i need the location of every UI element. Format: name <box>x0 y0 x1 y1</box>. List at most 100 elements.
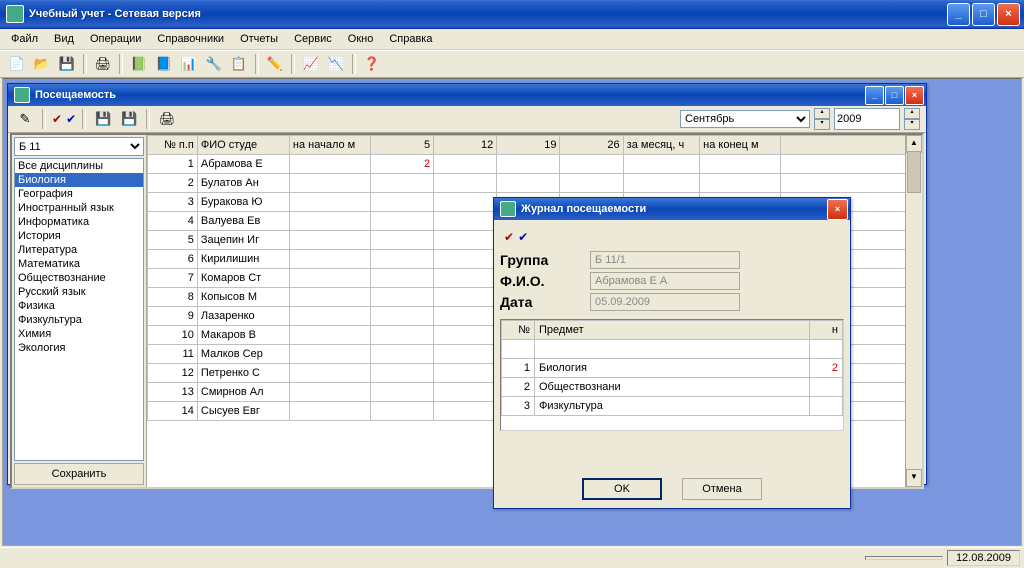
grid-cell[interactable] <box>289 383 370 402</box>
menu-операции[interactable]: Операции <box>83 31 148 47</box>
toolbar-button-2[interactable]: 💾 <box>56 53 78 75</box>
grid-cell[interactable] <box>434 326 497 345</box>
subject-item[interactable]: История <box>15 229 143 243</box>
scroll-thumb[interactable] <box>907 151 921 193</box>
save-all-icon[interactable]: 💾 <box>118 108 140 130</box>
column-header[interactable]: н <box>810 321 843 340</box>
grid-cell[interactable] <box>289 326 370 345</box>
grid-cell[interactable] <box>370 193 433 212</box>
subject-cell[interactable]: Обществознани <box>535 378 810 397</box>
subject-cell[interactable]: Физкультура <box>535 397 810 416</box>
student-name[interactable]: Макаров В <box>197 326 289 345</box>
cancel-button[interactable]: Отмена <box>682 478 762 500</box>
subject-item[interactable]: Физика <box>15 299 143 313</box>
toolbar-button-12[interactable]: ✏️ <box>264 53 286 75</box>
menu-вид[interactable]: Вид <box>47 31 81 47</box>
toolbar-button-0[interactable]: 📄 <box>6 53 28 75</box>
save-button[interactable]: Сохранить <box>14 463 144 485</box>
hours-cell[interactable]: 2 <box>810 359 843 378</box>
grid-cell[interactable] <box>623 174 700 193</box>
year-input[interactable] <box>834 108 900 130</box>
student-name[interactable]: Петренко С <box>197 364 289 383</box>
journal-titlebar[interactable]: Журнал посещаемости × <box>494 198 850 220</box>
subject-item[interactable]: Биология <box>15 173 143 187</box>
grid-cell[interactable] <box>434 231 497 250</box>
year-down[interactable]: ▾ <box>904 119 920 130</box>
toolbar-button-1[interactable]: 📂 <box>31 53 53 75</box>
hours-cell[interactable] <box>810 397 843 416</box>
grid-cell[interactable] <box>434 402 497 421</box>
subject-item[interactable]: Физкультура <box>15 313 143 327</box>
grid-cell[interactable] <box>497 155 560 174</box>
student-name[interactable]: Абрамова Е <box>197 155 289 174</box>
toolbar-button-14[interactable]: 📈 <box>300 53 322 75</box>
grid-cell[interactable] <box>289 402 370 421</box>
subject-item[interactable]: Обществознание <box>15 271 143 285</box>
grid-cell[interactable] <box>370 364 433 383</box>
student-name[interactable]: Валуева Ев <box>197 212 289 231</box>
grid-cell[interactable] <box>370 307 433 326</box>
journal-close-button[interactable]: × <box>827 199 848 220</box>
child-minimize-button[interactable]: _ <box>865 86 884 105</box>
grid-cell[interactable] <box>370 231 433 250</box>
student-name[interactable]: Смирнов Ал <box>197 383 289 402</box>
grid-cell[interactable] <box>434 345 497 364</box>
ok-button[interactable]: OK <box>582 478 662 500</box>
year-up[interactable]: ▴ <box>904 108 920 119</box>
toolbar-button-9[interactable]: 🔧 <box>203 53 225 75</box>
grid-cell[interactable]: 2 <box>370 155 433 174</box>
subject-item[interactable]: Информатика <box>15 215 143 229</box>
grid-cell[interactable] <box>370 326 433 345</box>
subject-item[interactable]: Русский язык <box>15 285 143 299</box>
vertical-scrollbar[interactable]: ▲ ▼ <box>905 135 922 487</box>
grid-cell[interactable] <box>289 212 370 231</box>
column-header[interactable]: 12 <box>434 136 497 155</box>
hours-cell[interactable] <box>810 378 843 397</box>
grid-cell[interactable] <box>370 345 433 364</box>
student-name[interactable]: Комаров Ст <box>197 269 289 288</box>
toolbar-button-8[interactable]: 📊 <box>178 53 200 75</box>
grid-cell[interactable] <box>289 250 370 269</box>
grid-cell[interactable] <box>623 155 700 174</box>
grid-cell[interactable] <box>370 383 433 402</box>
menu-окно[interactable]: Окно <box>341 31 381 47</box>
subject-item[interactable]: Химия <box>15 327 143 341</box>
check-blue-icon[interactable]: ✔ <box>66 112 76 126</box>
grid-cell[interactable] <box>289 193 370 212</box>
grid-cell[interactable] <box>370 269 433 288</box>
subject-item[interactable]: Все дисциплины <box>15 159 143 173</box>
menu-отчеты[interactable]: Отчеты <box>233 31 285 47</box>
column-header[interactable]: 5 <box>370 136 433 155</box>
student-name[interactable]: Кирилишин <box>197 250 289 269</box>
grid-cell[interactable] <box>434 364 497 383</box>
print-icon[interactable]: 🖨 <box>156 108 178 130</box>
grid-cell[interactable] <box>434 250 497 269</box>
grid-cell[interactable] <box>289 288 370 307</box>
grid-cell[interactable] <box>370 174 433 193</box>
subject-list[interactable]: Все дисциплиныБиологияГеографияИностранн… <box>14 158 144 461</box>
toolbar-button-6[interactable]: 📗 <box>128 53 150 75</box>
grid-cell[interactable] <box>289 307 370 326</box>
minimize-button[interactable]: _ <box>947 3 970 26</box>
column-header[interactable]: ФИО студе <box>197 136 289 155</box>
maximize-button[interactable]: □ <box>972 3 995 26</box>
student-name[interactable]: Малков Сер <box>197 345 289 364</box>
grid-cell[interactable] <box>434 155 497 174</box>
student-name[interactable]: Буракова Ю <box>197 193 289 212</box>
toolbar-button-7[interactable]: 📘 <box>153 53 175 75</box>
column-header[interactable]: № п.п <box>148 136 198 155</box>
toolbar-button-4[interactable]: 🖨 <box>92 53 114 75</box>
column-header[interactable]: № <box>502 321 535 340</box>
toolbar-button-10[interactable]: 📋 <box>228 53 250 75</box>
menu-файл[interactable]: Файл <box>4 31 45 47</box>
column-header[interactable]: на конец м <box>700 136 781 155</box>
column-header[interactable]: за месяц, ч <box>623 136 700 155</box>
check-blue-icon[interactable]: ✔ <box>518 230 528 244</box>
edit-icon[interactable]: ✎ <box>14 108 36 130</box>
group-select[interactable]: Б 11 <box>14 137 144 156</box>
grid-cell[interactable] <box>370 250 433 269</box>
menu-справка[interactable]: Справка <box>382 31 439 47</box>
grid-cell[interactable] <box>289 364 370 383</box>
toolbar-button-17[interactable]: ❓ <box>361 53 383 75</box>
grid-cell[interactable] <box>560 174 623 193</box>
